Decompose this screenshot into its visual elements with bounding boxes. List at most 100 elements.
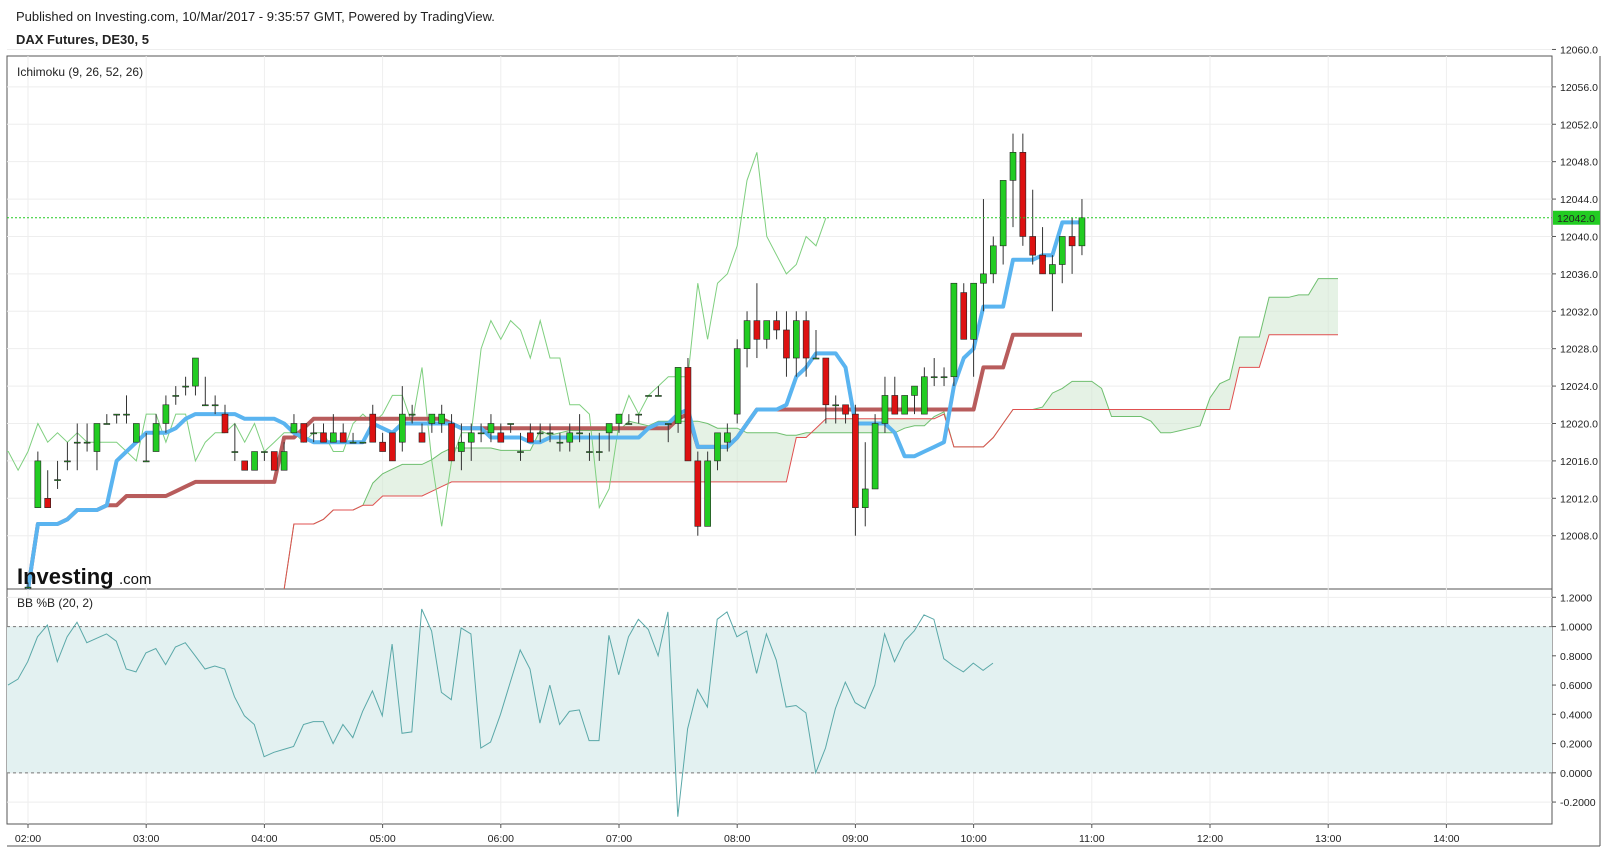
price-tick-label: 12052.0: [1560, 119, 1598, 131]
ichimoku-legend[interactable]: Ichimoku (9, 26, 52, 26): [17, 65, 143, 79]
candle-body: [1078, 217, 1086, 247]
candle-body: [517, 451, 524, 453]
bb-tick-label: 0.0000: [1560, 768, 1592, 780]
candle-body: [477, 432, 485, 435]
candle-body: [487, 423, 495, 434]
candle-body: [655, 395, 662, 397]
candle-body: [408, 413, 416, 416]
candle-body: [989, 245, 997, 275]
candle: [270, 451, 278, 471]
candle-body: [556, 441, 564, 444]
candle-body: [418, 432, 426, 443]
candle-body: [133, 423, 140, 443]
candle: [359, 441, 367, 444]
time-tick-label: 05:00: [369, 833, 395, 845]
candle-body: [763, 320, 771, 340]
bb-tick-label: 0.6000: [1560, 680, 1592, 692]
price-tick-label: 12036.0: [1560, 269, 1598, 281]
candle-body: [812, 357, 820, 360]
candle-body: [832, 404, 840, 407]
candle-body: [960, 292, 968, 340]
candle-body: [261, 451, 268, 453]
candle-body: [241, 460, 248, 471]
candle-body: [595, 451, 603, 453]
candle-body: [182, 385, 189, 388]
candle-body: [1029, 236, 1036, 256]
time-tick-label: 07:00: [606, 833, 632, 845]
candle-body: [605, 423, 613, 434]
price-tick-label: 12040.0: [1560, 231, 1598, 243]
candle-body: [162, 404, 170, 424]
price-tick-label: 12056.0: [1560, 82, 1598, 94]
time-tick-label: 09:00: [842, 833, 868, 845]
candle: [704, 451, 711, 527]
last-price-label: 12042.0: [1557, 213, 1595, 225]
candle-body: [73, 441, 81, 444]
candle-body: [783, 329, 790, 359]
candle-body: [980, 273, 987, 284]
time-tick-label: 08:00: [724, 833, 750, 845]
price-tick-label: 12060.0: [1560, 44, 1598, 56]
candle: [300, 423, 308, 443]
candle-body: [290, 423, 298, 434]
candle-body: [999, 180, 1007, 247]
candle-body: [93, 423, 101, 452]
bb-legend[interactable]: BB %B (20, 2): [17, 596, 93, 610]
price-tick-label: 12048.0: [1560, 157, 1598, 169]
candle-body: [881, 395, 889, 424]
candle-body: [231, 451, 239, 453]
candle-body: [54, 479, 61, 481]
candle-body: [733, 348, 741, 415]
candle-body: [852, 413, 859, 508]
candle: [241, 460, 248, 471]
candle-body: [280, 451, 288, 471]
price-tick-label: 12024.0: [1560, 381, 1598, 393]
logo-brand: Investing: [17, 564, 114, 589]
price-tick-label: 12032.0: [1560, 306, 1598, 318]
candle-body: [901, 395, 908, 415]
candle-body: [645, 395, 652, 397]
bb-axis: -0.2000 0.0000 0.2000 0.4000 0.6000 0.8000 1.0…: [1552, 592, 1596, 809]
candle-body: [64, 460, 71, 463]
candle-body: [192, 357, 199, 387]
candle-body: [664, 423, 672, 425]
bb-tick-label: 1.2000: [1560, 592, 1592, 604]
candle-body: [428, 413, 436, 424]
candle-body: [497, 432, 505, 443]
candle-body: [270, 451, 278, 471]
candle-body: [940, 376, 948, 379]
candle-body: [743, 320, 751, 349]
chart-canvas[interactable]: 12008.0 12012.0 12016.0 12020.0 12024.0 12028…: [0, 0, 1611, 850]
bb-band-fill: [7, 626, 1552, 773]
candle: [733, 339, 741, 424]
candle-body: [438, 413, 446, 424]
candle-body: [123, 413, 130, 416]
candle-body: [930, 376, 938, 379]
candle-body: [34, 460, 42, 508]
candle-body: [694, 460, 702, 527]
price-tick-label: 12020.0: [1560, 418, 1598, 430]
candle-body: [1068, 236, 1076, 247]
candle-body: [330, 432, 337, 443]
bb-tick-label: 0.2000: [1560, 739, 1592, 751]
candle-body: [300, 423, 308, 443]
time-tick-label: 02:00: [15, 833, 41, 845]
last-price-badge: 12042.0: [1553, 210, 1600, 225]
time-tick-label: 11:00: [1079, 833, 1105, 845]
candle: [950, 282, 958, 387]
bb-tick-label: 0.4000: [1560, 709, 1592, 721]
time-tick-label: 04:00: [251, 833, 277, 845]
time-tick-label: 12:00: [1197, 833, 1223, 845]
bb-tick-label: 1.0000: [1560, 622, 1592, 634]
candle-body: [615, 413, 623, 424]
candle-body: [635, 413, 643, 416]
candle-body: [527, 432, 534, 443]
candle-body: [339, 432, 347, 443]
candle-body: [1049, 264, 1056, 275]
candle-body: [822, 357, 830, 406]
candle: [251, 451, 258, 471]
candle-body: [1019, 152, 1027, 237]
time-tick-label: 03:00: [133, 833, 159, 845]
candle-body: [802, 320, 810, 359]
candle-body: [546, 432, 554, 435]
